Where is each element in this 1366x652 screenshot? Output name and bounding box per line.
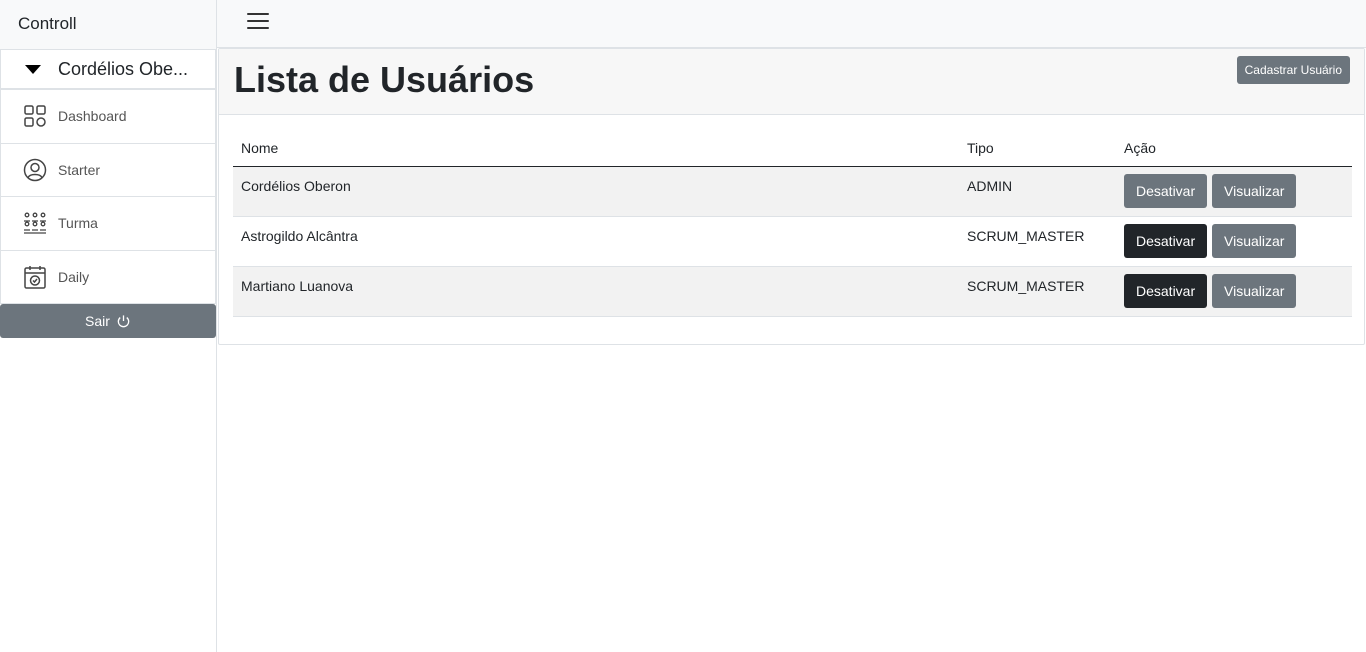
actions-cell: Desativar Visualizar — [1116, 266, 1352, 317]
sidebar-item-turma[interactable]: Turma — [0, 197, 216, 251]
actions-cell: Desativar Visualizar — [1116, 166, 1352, 217]
column-header-nome: Nome — [233, 131, 959, 167]
sidebar: Controll Cordélios Obe... Dashboard Star… — [0, 0, 217, 652]
sidebar-item-daily[interactable]: Daily — [0, 250, 216, 304]
register-user-button[interactable]: Cadastrar Usuário — [1236, 56, 1350, 84]
deactivate-button[interactable]: Desativar — [1124, 223, 1208, 258]
sidebar-item-starter[interactable]: Starter — [0, 143, 216, 197]
user-circle-icon — [23, 158, 47, 182]
table-row: Cordélios Oberon ADMIN Desativar Visuali… — [233, 166, 1352, 217]
user-name-cell: Cordélios Oberon — [233, 166, 959, 217]
deactivate-button[interactable]: Desativar — [1124, 173, 1208, 208]
sidebar-item-label: Daily — [58, 268, 90, 285]
hamburger-menu-icon[interactable] — [247, 13, 269, 31]
table-row: Astrogildo Alcântra SCRUM_MASTER Desativ… — [233, 216, 1352, 267]
view-button[interactable]: Visualizar — [1212, 223, 1297, 258]
table-row: Martiano Luanova SCRUM_MASTER Desativar … — [233, 266, 1352, 317]
users-card: Lista de Usuários Cadastrar Usuário Nome… — [218, 48, 1365, 345]
page-title: Lista de Usuários — [234, 59, 535, 100]
actions-cell: Desativar Visualizar — [1116, 216, 1352, 267]
user-type-cell: SCRUM_MASTER — [959, 266, 1116, 317]
sidebar-item-dashboard[interactable]: Dashboard — [0, 90, 216, 144]
users-table: Nome Tipo Ação Cordélios Oberon ADMIN De… — [233, 131, 1352, 317]
power-icon — [116, 314, 131, 329]
logout-button[interactable]: Sair — [0, 304, 216, 338]
user-type-cell: SCRUM_MASTER — [959, 216, 1116, 267]
user-name-cell: Astrogildo Alcântra — [233, 216, 959, 267]
sidebar-item-label: Turma — [58, 215, 98, 232]
user-type-cell: ADMIN — [959, 166, 1116, 217]
column-header-tipo: Tipo — [959, 131, 1116, 167]
view-button[interactable]: Visualizar — [1212, 173, 1297, 208]
caret-down-icon — [25, 64, 41, 74]
card-header: Lista de Usuários Cadastrar Usuário — [219, 49, 1364, 115]
dashboard-grid-icon — [23, 104, 47, 128]
sidebar-item-label: Starter — [58, 161, 101, 178]
table-header-row: Nome Tipo Ação — [233, 131, 1352, 167]
class-group-icon — [23, 211, 47, 235]
view-button[interactable]: Visualizar — [1212, 273, 1297, 308]
deactivate-button[interactable]: Desativar — [1124, 273, 1208, 308]
calendar-check-icon — [23, 265, 47, 289]
user-menu-toggle[interactable]: Cordélios Obe... — [0, 49, 216, 90]
logout-label: Sair — [85, 313, 110, 329]
app-brand: Controll — [0, 0, 216, 49]
top-bar — [217, 0, 1366, 48]
user-name-cell: Martiano Luanova — [233, 266, 959, 317]
sidebar-item-label: Dashboard — [58, 108, 127, 125]
column-header-acao: Ação — [1116, 131, 1352, 167]
user-name: Cordélios Obe... — [58, 58, 189, 79]
